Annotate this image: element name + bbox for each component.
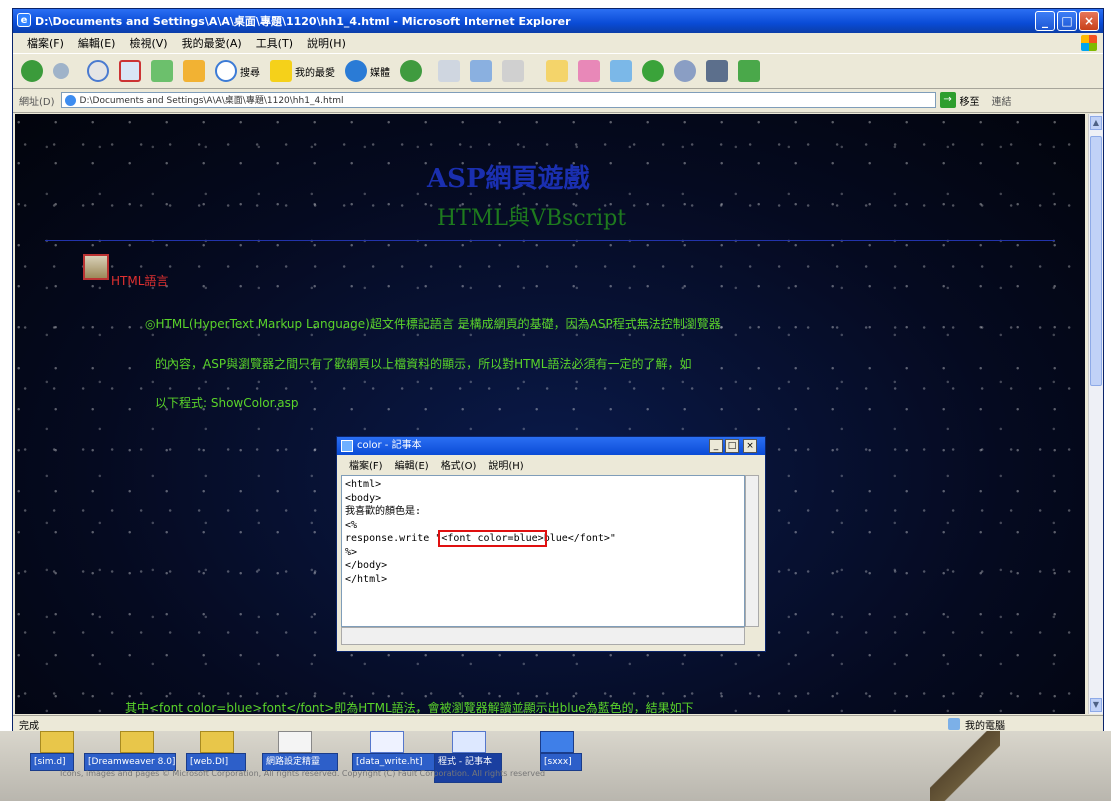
menu-bar: 檔案(F) 編輯(E) 檢視(V) 我的最愛(A) 工具(T) 說明(H): [13, 33, 1103, 53]
section-title: HTML語言: [111, 274, 169, 288]
notepad-vertical-scrollbar[interactable]: [745, 475, 759, 627]
notepad-menu-bar: 檔案(F) 編輯(E) 格式(O) 說明(H): [337, 456, 765, 472]
notepad-menu-help[interactable]: 說明(H): [488, 457, 523, 472]
notepad-horizontal-scrollbar[interactable]: [341, 627, 745, 645]
code-text: response.write ": [345, 533, 442, 544]
taskbar: [sim.d] [Dreamweaver 8.0] [web.DI] 網路設定精…: [0, 731, 1111, 801]
notepad-menu-format[interactable]: 格式(O): [441, 457, 477, 472]
windows-logo-icon: [1081, 35, 1097, 51]
scroll-down-icon[interactable]: ▼: [1090, 698, 1102, 712]
scroll-up-icon[interactable]: ▲: [1090, 116, 1102, 130]
notepad-menu-edit[interactable]: 編輯(E): [395, 457, 429, 472]
code-line: <body>: [345, 492, 382, 504]
notepad-window: color - 記事本 _ □ × 檔案(F) 編輯(E) 格式(O) 說明(H…: [336, 436, 766, 652]
folder-icon[interactable]: [120, 731, 154, 753]
mail-icon[interactable]: [438, 60, 460, 82]
status-done: 完成: [19, 720, 39, 732]
menu-view[interactable]: 檢視(V): [129, 35, 167, 51]
paragraph-line-2: 的內容，ASP與瀏覽器之間只有了歡網頁以上檔資料的顯示，所以對HTML語法必須有…: [155, 357, 692, 371]
notepad-menu-file[interactable]: 檔案(F): [349, 457, 383, 472]
radio-icon[interactable]: [674, 60, 696, 82]
paragraph-line-1: ◎HTML(HyperText Markup Language)超文件標記語言 …: [145, 317, 721, 331]
paragraph-line-3: 以下程式: ShowColor.asp: [155, 396, 299, 410]
title-bar[interactable]: e D:\Documents and Settings\A\A\桌面\專題\11…: [13, 9, 1103, 33]
folder-icon[interactable]: [40, 731, 74, 753]
address-input[interactable]: D:\Documents and Settings\A\A\桌面\專題\1120…: [60, 92, 936, 108]
folder-icon[interactable]: [546, 60, 568, 82]
page-scrollbar[interactable]: ▲ ▼: [1088, 114, 1103, 714]
forward-icon[interactable]: [53, 63, 69, 79]
ie-logo-icon: e: [17, 13, 31, 27]
application-icon[interactable]: [452, 731, 486, 753]
notepad-text-area[interactable]: <html> <body> 我喜歡的顏色是: <% response.write "<f…: [341, 475, 745, 627]
document-icon[interactable]: [370, 731, 404, 753]
notepad-title-bar[interactable]: color - 記事本 _ □ ×: [337, 437, 765, 455]
status-zone: 我的電腦: [965, 720, 1005, 732]
messenger-icon[interactable]: [610, 60, 632, 82]
research-icon[interactable]: [642, 60, 664, 82]
stop-x-icon[interactable]: [119, 60, 141, 82]
media-icon[interactable]: [345, 60, 367, 82]
menu-help[interactable]: 說明(H): [307, 35, 346, 51]
code-line: </body>: [345, 560, 388, 571]
notepad-minimize-button[interactable]: _: [709, 439, 723, 453]
links-label[interactable]: 連結: [992, 93, 1012, 108]
application-icon[interactable]: [540, 731, 574, 753]
highlighted-font-tag: <font color=blue>: [438, 530, 547, 547]
menu-favorites[interactable]: 我的最愛(A): [182, 35, 242, 51]
copyright-footer: Icons, images and pages © Microsoft Corp…: [60, 769, 546, 778]
scroll-thumb[interactable]: [1090, 136, 1102, 386]
window-title: D:\Documents and Settings\A\A\桌面\專題\1120…: [35, 15, 571, 28]
toolbar: 搜尋 我的最愛 媒體: [13, 53, 1103, 89]
wallpaper-figure: [930, 731, 1000, 801]
home-icon[interactable]: [183, 60, 205, 82]
close-button[interactable]: ×: [1079, 11, 1099, 31]
maximize-button[interactable]: □: [1057, 11, 1077, 31]
menu-file[interactable]: 檔案(F): [27, 35, 64, 51]
document-icon[interactable]: [278, 731, 312, 753]
notepad-icon: [341, 440, 353, 452]
menu-tools[interactable]: 工具(T): [256, 35, 293, 51]
refresh-icon[interactable]: [151, 60, 173, 82]
menu-edit[interactable]: 編輯(E): [78, 35, 116, 51]
address-bar: 網址(D) D:\Documents and Settings\A\A\桌面\專…: [13, 88, 1103, 113]
code-line-write: response.write "<font color=blue>blue</f…: [345, 530, 741, 547]
discuss-icon[interactable]: [578, 60, 600, 82]
go-button[interactable]: 移至: [960, 93, 980, 108]
search-label[interactable]: 搜尋: [240, 64, 260, 79]
code-line: 我喜歡的顏色是:: [345, 506, 422, 517]
go-icon[interactable]: →: [939, 92, 956, 108]
notepad-close-button[interactable]: ×: [743, 439, 757, 453]
code-line: <%: [345, 519, 358, 531]
favorites-icon[interactable]: [270, 60, 292, 82]
media-label[interactable]: 媒體: [370, 64, 390, 79]
history-icon[interactable]: [400, 60, 422, 82]
taskbar-item-active[interactable]: 程式 - 記事本: [434, 753, 502, 783]
search-icon[interactable]: [215, 60, 237, 82]
code-line: <html>: [345, 479, 382, 490]
bottom-line: 其中<font color=blue>font</font>即為HTML語法，會…: [125, 701, 694, 714]
stop-icon[interactable]: [87, 60, 109, 82]
status-bar: 完成 我的電腦: [13, 715, 1103, 732]
minimize-button[interactable]: _: [1035, 11, 1055, 31]
edit-icon[interactable]: [502, 60, 524, 82]
house-icon: [83, 254, 109, 280]
folder-icon[interactable]: [200, 731, 234, 753]
back-icon[interactable]: [21, 60, 43, 82]
tool-icon[interactable]: [706, 60, 728, 82]
my-computer-icon: [948, 718, 960, 730]
print-icon[interactable]: [470, 60, 492, 82]
page-title: ASP網頁遊戲: [427, 164, 590, 194]
code-line: %>: [345, 546, 358, 558]
address-label: 網址(D): [19, 96, 55, 108]
taskbar-item[interactable]: [sxxx]: [540, 753, 582, 771]
code-text: blue</font>": [543, 533, 616, 544]
favorites-label[interactable]: 我的最愛: [295, 64, 335, 79]
msn-icon[interactable]: [738, 60, 760, 82]
code-line: </html>: [345, 573, 388, 585]
notepad-maximize-button[interactable]: □: [725, 439, 739, 453]
notepad-title: color - 記事本: [357, 440, 422, 451]
page-subtitle: HTML與VBscript: [437, 206, 627, 231]
divider: [45, 240, 1055, 241]
